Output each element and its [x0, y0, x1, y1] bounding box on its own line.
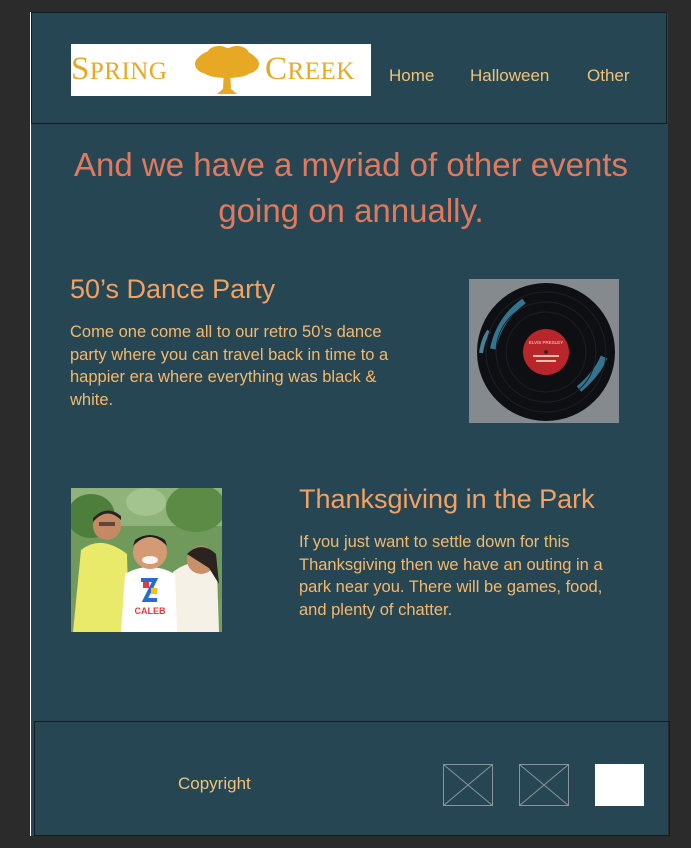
footer: Copyright	[34, 721, 670, 836]
page: SPRING CREEK Home Halloween Other And we	[31, 12, 670, 836]
event-text-thanksgiving: If you just want to settle down for this…	[299, 533, 603, 619]
nav-other-link[interactable]: Other	[587, 66, 630, 86]
event-title-dance-party: 50’s Dance Party	[70, 274, 276, 304]
logo-word-spring: SPRING	[71, 51, 168, 87]
page-headline: And we have a myriad of other events goi…	[74, 146, 628, 229]
event-title-thanksgiving: Thanksgiving in the Park	[299, 484, 595, 514]
event-text-dance-party: Come one come all to our retro 50’s danc…	[70, 323, 389, 409]
header: SPRING CREEK Home Halloween Other	[31, 12, 667, 124]
nav-halloween-link[interactable]: Halloween	[470, 66, 549, 86]
white-placeholder-box[interactable]	[595, 764, 644, 806]
oak-tree-icon	[195, 46, 259, 94]
nav-home-link[interactable]: Home	[389, 66, 434, 86]
image-placeholder-icon[interactable]	[443, 764, 493, 806]
copyright-text: Copyright	[178, 774, 251, 793]
logo-word-creek: CREEK	[265, 51, 355, 87]
family-photo-image: CALEB	[71, 488, 222, 632]
family-shirt-text: CALEB	[135, 606, 166, 616]
image-placeholder-icon[interactable]	[519, 764, 569, 806]
spring-creek-logo[interactable]: SPRING CREEK	[71, 44, 371, 96]
vinyl-label-text: ELVIS PRESLEY	[529, 340, 563, 345]
vinyl-record-image: ELVIS PRESLEY	[469, 279, 619, 423]
